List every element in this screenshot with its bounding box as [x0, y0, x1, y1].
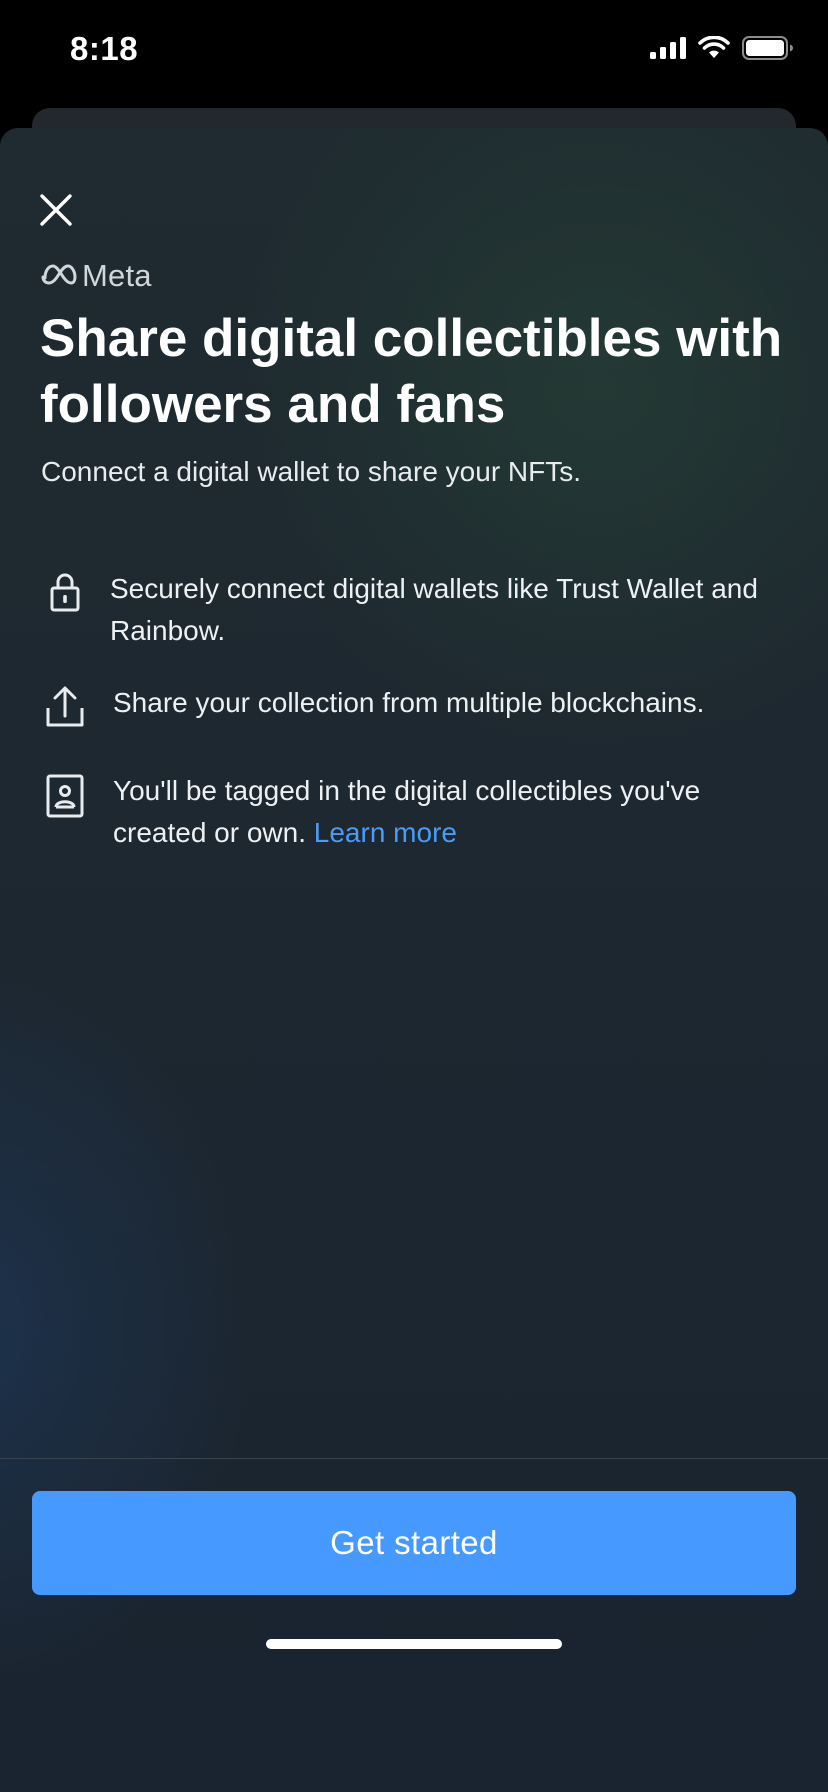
signal-icon	[650, 37, 686, 64]
feature-text-share: Share your collection from multiple bloc…	[113, 687, 705, 718]
feature-item-share: Share your collection from multiple bloc…	[40, 682, 790, 728]
feature-item-tagged: You'll be tagged in the digital collecti…	[40, 770, 790, 854]
close-icon	[39, 193, 73, 232]
profile-tag-icon	[40, 770, 90, 818]
meta-infinity-icon	[40, 263, 78, 290]
wifi-icon	[698, 35, 730, 65]
footer-divider	[0, 1458, 828, 1459]
meta-brand-text: Meta	[82, 258, 152, 293]
status-time: 8:18	[70, 30, 139, 67]
battery-icon	[742, 36, 794, 65]
feature-text-tagged: You'll be tagged in the digital collecti…	[113, 770, 790, 854]
get-started-button[interactable]: Get started	[32, 1491, 796, 1595]
status-icons	[650, 35, 794, 65]
lock-icon	[40, 568, 90, 612]
status-bar: 8:18	[0, 0, 828, 100]
share-icon	[40, 682, 90, 728]
learn-more-link[interactable]: Learn more	[314, 817, 457, 848]
feature-text-secure: Securely connect digital wallets like Tr…	[110, 573, 758, 646]
page-subtitle: Connect a digital wallet to share your N…	[41, 456, 582, 487]
feature-item-secure: Securely connect digital wallets like Tr…	[40, 568, 790, 652]
close-button[interactable]	[34, 190, 78, 234]
meta-logo: Meta	[40, 258, 152, 294]
home-indicator[interactable]	[266, 1639, 562, 1649]
page-title: Share digital collectibles with follower…	[40, 309, 783, 434]
